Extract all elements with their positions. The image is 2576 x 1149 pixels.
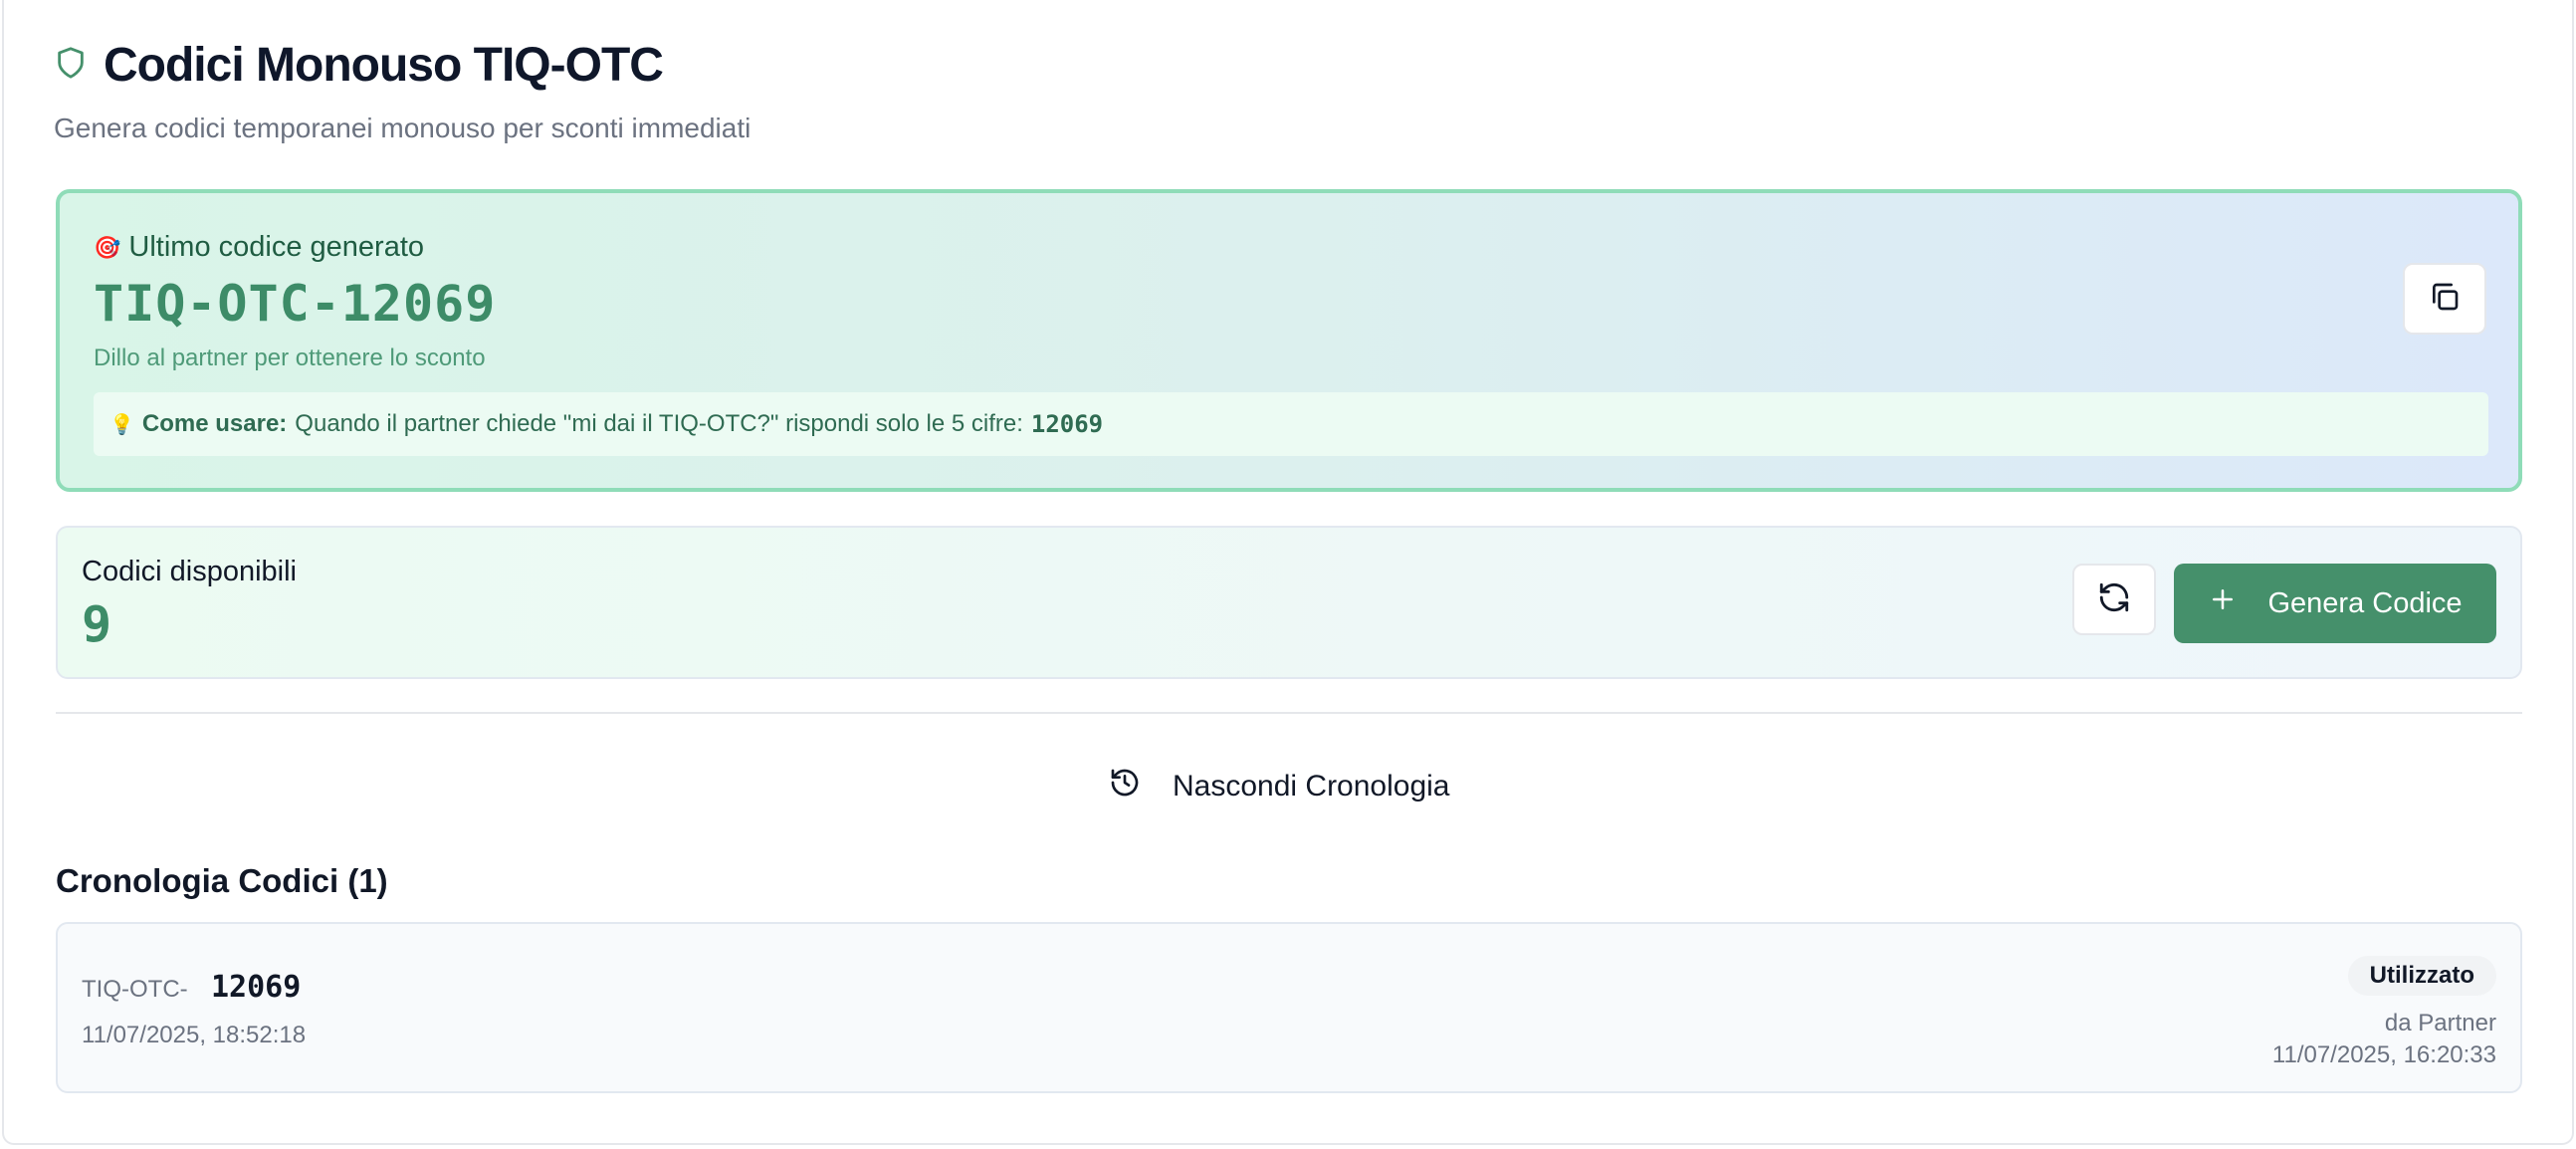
- shield-icon: [54, 44, 88, 87]
- page-header: Codici Monouso TIQ-OTC Genera codici tem…: [54, 38, 751, 144]
- last-code-hint: Dillo al partner per ottenere lo sconto: [94, 345, 486, 371]
- last-code-value: TIQ-OTC-12069: [94, 275, 497, 333]
- copy-button[interactable]: [2403, 263, 2486, 335]
- history-icon: [1109, 767, 1141, 806]
- available-count: 9: [82, 595, 112, 653]
- hide-history-label: Nascondi Cronologia: [1173, 770, 1450, 803]
- generate-code-label: Genera Codice: [2267, 586, 2463, 619]
- target-icon: 🎯: [94, 234, 121, 260]
- history-used-date: 11/07/2025, 16:20:33: [2271, 1041, 2496, 1068]
- last-code-panel: 🎯 Ultimo codice generato TIQ-OTC-12069 D…: [56, 189, 2522, 492]
- history-created-date: 11/07/2025, 18:52:18: [82, 1022, 307, 1048]
- last-code-label: 🎯 Ultimo codice generato: [94, 231, 424, 264]
- lightbulb-icon: 💡: [109, 413, 134, 436]
- title-row: Codici Monouso TIQ-OTC: [54, 38, 751, 93]
- available-panel: Codici disponibili 9 Genera Codice: [56, 526, 2522, 679]
- refresh-icon: [2097, 580, 2131, 619]
- available-label: Codici disponibili: [82, 556, 297, 587]
- hide-history-button[interactable]: Nascondi Cronologia: [1109, 757, 1450, 816]
- howto-bold: Come usare:: [141, 410, 288, 437]
- last-code-label-text: Ultimo codice generato: [128, 231, 425, 263]
- history-row: TIQ-OTC- 12069 11/07/2025, 18:52:18 Util…: [56, 922, 2522, 1093]
- page-title: Codici Monouso TIQ-OTC: [104, 39, 664, 92]
- history-code-prefix: TIQ-OTC-: [82, 976, 188, 1003]
- history-used-by: da Partner: [2384, 1010, 2496, 1036]
- howto-digits: 12069: [1030, 410, 1104, 438]
- howto-text: Quando il partner chiede "mi dai il TIQ-…: [295, 410, 1023, 437]
- history-title: Cronologia Codici (1): [56, 862, 388, 899]
- plus-icon: [2208, 584, 2238, 622]
- copy-icon: [2429, 281, 2461, 318]
- page-subtitle: Genera codici temporanei monouso per sco…: [54, 113, 751, 143]
- refresh-button[interactable]: [2072, 564, 2156, 635]
- generate-code-button[interactable]: Genera Codice: [2174, 564, 2496, 643]
- howto-box: 💡 Come usare: Quando il partner chiede "…: [94, 392, 2488, 456]
- divider: [56, 712, 2522, 714]
- status-badge: Utilizzato: [2347, 956, 2496, 996]
- otc-card: Codici Monouso TIQ-OTC Genera codici tem…: [2, 0, 2574, 1145]
- history-code: 12069: [211, 970, 302, 1005]
